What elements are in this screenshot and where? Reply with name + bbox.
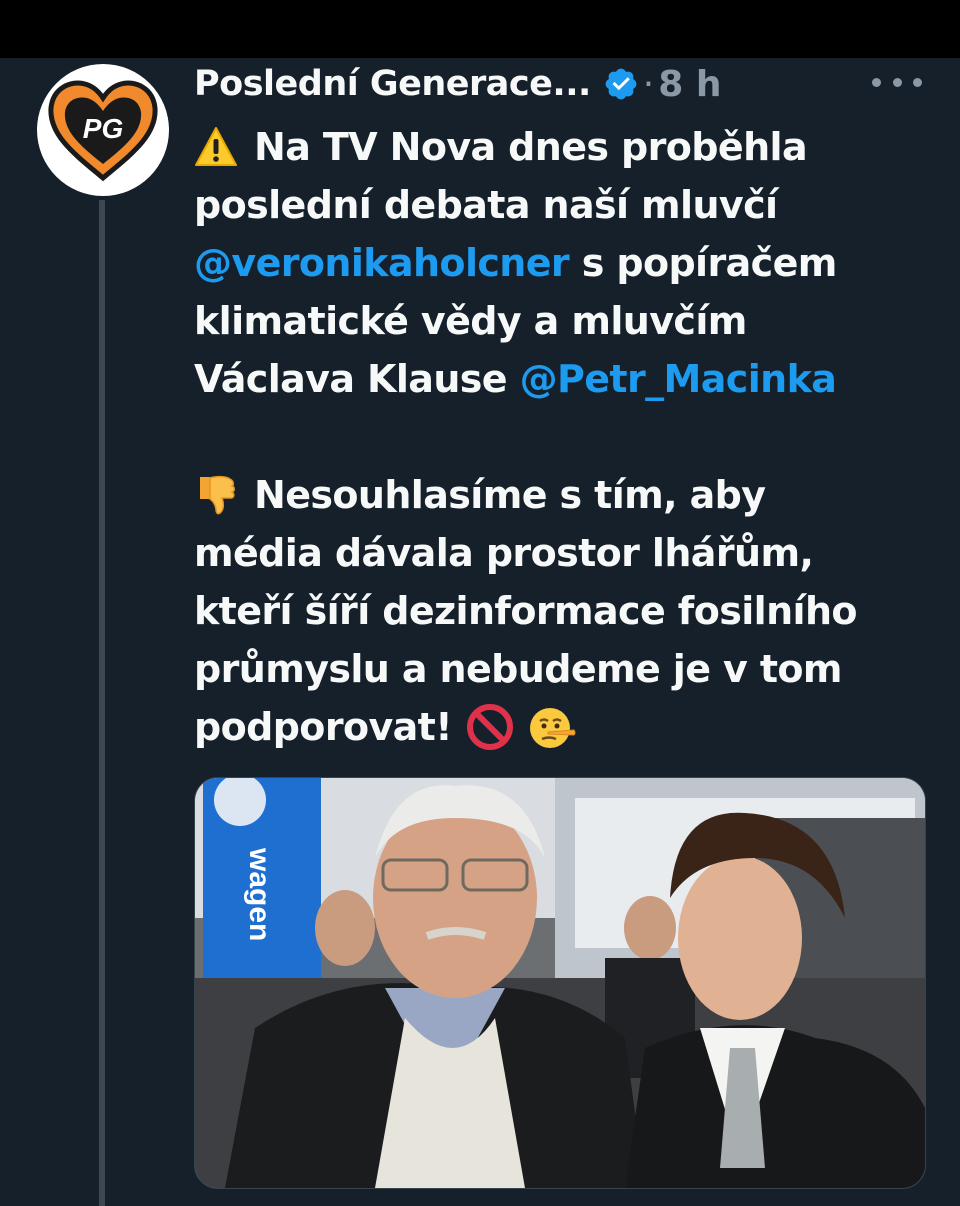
text-line: poslední debata naší mluvčí bbox=[194, 176, 934, 234]
prohibited-icon bbox=[466, 704, 513, 750]
text-line: klimatické vědy a mluvčím bbox=[194, 292, 934, 350]
banner-text: wagen bbox=[243, 847, 276, 941]
tweet-body: Na TV Nova dnes proběhla poslední debata… bbox=[194, 118, 934, 756]
text-segment: Na TV Nova dnes proběhla bbox=[254, 125, 808, 169]
text-line: podporovat! bbox=[194, 698, 934, 756]
text-line: Nesouhlasíme s tím, aby bbox=[194, 466, 934, 524]
text-line: kteří šíří dezinformace fosilního bbox=[194, 582, 934, 640]
tweet-header: Poslední Generace... · 8 h bbox=[194, 60, 721, 108]
text-segment: s popíračem bbox=[569, 241, 838, 285]
mention-link[interactable]: @Petr_Macinka bbox=[520, 350, 837, 408]
avatar-initials: PG bbox=[83, 113, 123, 144]
text-segment: média dávala prostor lhářům, bbox=[194, 531, 814, 575]
avatar[interactable]: PG bbox=[37, 64, 169, 196]
warning-icon bbox=[195, 127, 237, 166]
more-options-icon[interactable] bbox=[872, 64, 922, 100]
text-segment: poslední debata naší mluvčí bbox=[194, 183, 778, 227]
thumbs-down-icon bbox=[200, 475, 235, 515]
text-segment: průmyslu a nebudeme je v tom bbox=[194, 647, 843, 691]
text-segment: kteří šíří dezinformace fosilního bbox=[194, 589, 858, 633]
text-segment: Nesouhlasíme s tím, aby bbox=[254, 473, 766, 517]
lying-face-icon bbox=[529, 708, 576, 748]
tweet-time[interactable]: 8 h bbox=[658, 64, 721, 105]
separator-dot: · bbox=[642, 63, 655, 105]
text-line: média dávala prostor lhářům, bbox=[194, 524, 934, 582]
mention-link[interactable]: @veronikaholcner bbox=[194, 234, 570, 292]
text-line: průmyslu a nebudeme je v tom bbox=[194, 640, 934, 698]
text-segment: klimatické vědy a mluvčím bbox=[194, 299, 747, 343]
verified-badge-icon bbox=[605, 68, 637, 100]
text-line: Na TV Nova dnes proběhla bbox=[194, 118, 934, 176]
text-line: Václava Klause @Petr_Macinka bbox=[194, 350, 934, 408]
text-segment: Václava Klause bbox=[194, 357, 520, 401]
text-line: @veronikaholcner s popíračem bbox=[194, 234, 934, 292]
status-bar bbox=[0, 0, 960, 58]
tweet-photo[interactable]: wagen bbox=[194, 777, 926, 1189]
thread-connector bbox=[99, 200, 105, 1206]
author-name[interactable]: Poslední Generace... bbox=[194, 64, 591, 104]
text-segment: podporovat! bbox=[194, 705, 453, 749]
